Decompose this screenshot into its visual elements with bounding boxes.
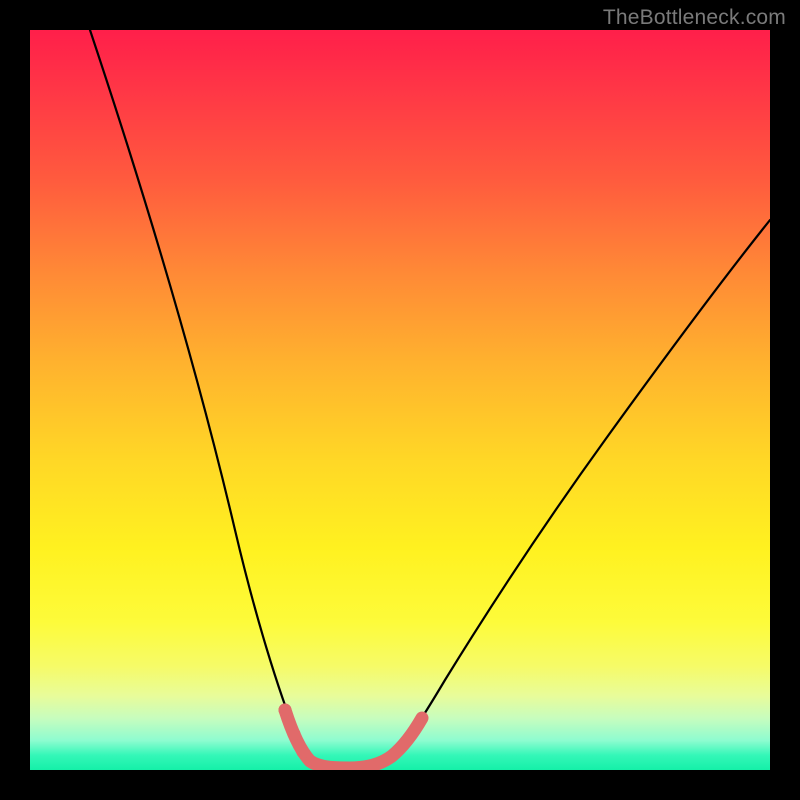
- plot-area: [30, 30, 770, 770]
- watermark-text: TheBottleneck.com: [603, 6, 786, 30]
- bottleneck-curve: [90, 30, 770, 768]
- highlight-dots: [279, 704, 310, 759]
- chart-frame: TheBottleneck.com: [0, 0, 800, 800]
- curve-layer: [30, 30, 770, 770]
- highlight-band: [285, 710, 422, 768]
